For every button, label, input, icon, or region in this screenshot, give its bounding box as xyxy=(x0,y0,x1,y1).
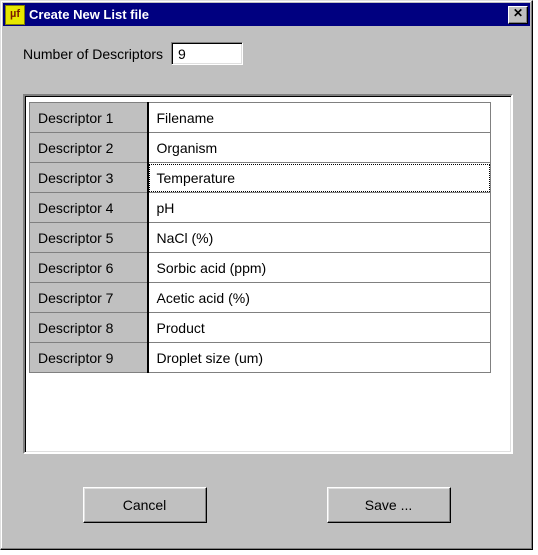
descriptor-value-cell[interactable]: Acetic acid (%) xyxy=(148,283,491,313)
table-row: Descriptor 1Filename xyxy=(30,103,491,133)
descriptor-label-cell: Descriptor 9 xyxy=(30,343,148,373)
descriptor-count-row: Number of Descriptors xyxy=(23,42,530,65)
dialog-window: µf Create New List file ✕ Number of Desc… xyxy=(0,0,533,550)
descriptor-label-cell: Descriptor 6 xyxy=(30,253,148,283)
save-button[interactable]: Save ... xyxy=(327,487,451,523)
descriptor-label-cell: Descriptor 3 xyxy=(30,163,148,193)
close-button[interactable]: ✕ xyxy=(508,6,528,24)
descriptor-value-cell[interactable]: NaCl (%) xyxy=(148,223,491,253)
descriptor-value-cell[interactable]: Droplet size (um) xyxy=(148,343,491,373)
table-row: Descriptor 2Organism xyxy=(30,133,491,163)
table-row: Descriptor 3Temperature xyxy=(30,163,491,193)
title-bar: µf Create New List file ✕ xyxy=(3,3,530,26)
descriptor-count-input[interactable] xyxy=(171,42,243,65)
window-title: Create New List file xyxy=(29,7,508,22)
descriptor-label-cell: Descriptor 4 xyxy=(30,193,148,223)
table-row: Descriptor 7Acetic acid (%) xyxy=(30,283,491,313)
table-row: Descriptor 9Droplet size (um) xyxy=(30,343,491,373)
table-row: Descriptor 5NaCl (%) xyxy=(30,223,491,253)
descriptor-value-cell[interactable]: Product xyxy=(148,313,491,343)
descriptor-count-label: Number of Descriptors xyxy=(23,46,163,62)
app-icon: µf xyxy=(5,5,25,25)
app-icon-text: µf xyxy=(10,9,20,20)
descriptor-label-cell: Descriptor 7 xyxy=(30,283,148,313)
descriptor-value-cell[interactable]: Filename xyxy=(148,103,491,133)
descriptor-panel: Descriptor 1FilenameDescriptor 2Organism… xyxy=(23,94,513,454)
descriptor-value-cell[interactable]: Organism xyxy=(148,133,491,163)
descriptor-label-cell: Descriptor 2 xyxy=(30,133,148,163)
table-row: Descriptor 8Product xyxy=(30,313,491,343)
close-icon: ✕ xyxy=(513,6,523,20)
cancel-button[interactable]: Cancel xyxy=(83,487,207,523)
descriptor-value-cell[interactable]: Sorbic acid (ppm) xyxy=(148,253,491,283)
button-bar: Cancel Save ... xyxy=(3,487,530,523)
descriptor-table: Descriptor 1FilenameDescriptor 2Organism… xyxy=(29,102,491,373)
descriptor-label-cell: Descriptor 1 xyxy=(30,103,148,133)
table-row: Descriptor 6Sorbic acid (ppm) xyxy=(30,253,491,283)
client-area: Number of Descriptors Descriptor 1Filena… xyxy=(3,28,530,547)
table-row: Descriptor 4pH xyxy=(30,193,491,223)
descriptor-label-cell: Descriptor 5 xyxy=(30,223,148,253)
descriptor-value-cell[interactable]: pH xyxy=(148,193,491,223)
descriptor-value-cell[interactable]: Temperature xyxy=(148,163,491,193)
descriptor-label-cell: Descriptor 8 xyxy=(30,313,148,343)
